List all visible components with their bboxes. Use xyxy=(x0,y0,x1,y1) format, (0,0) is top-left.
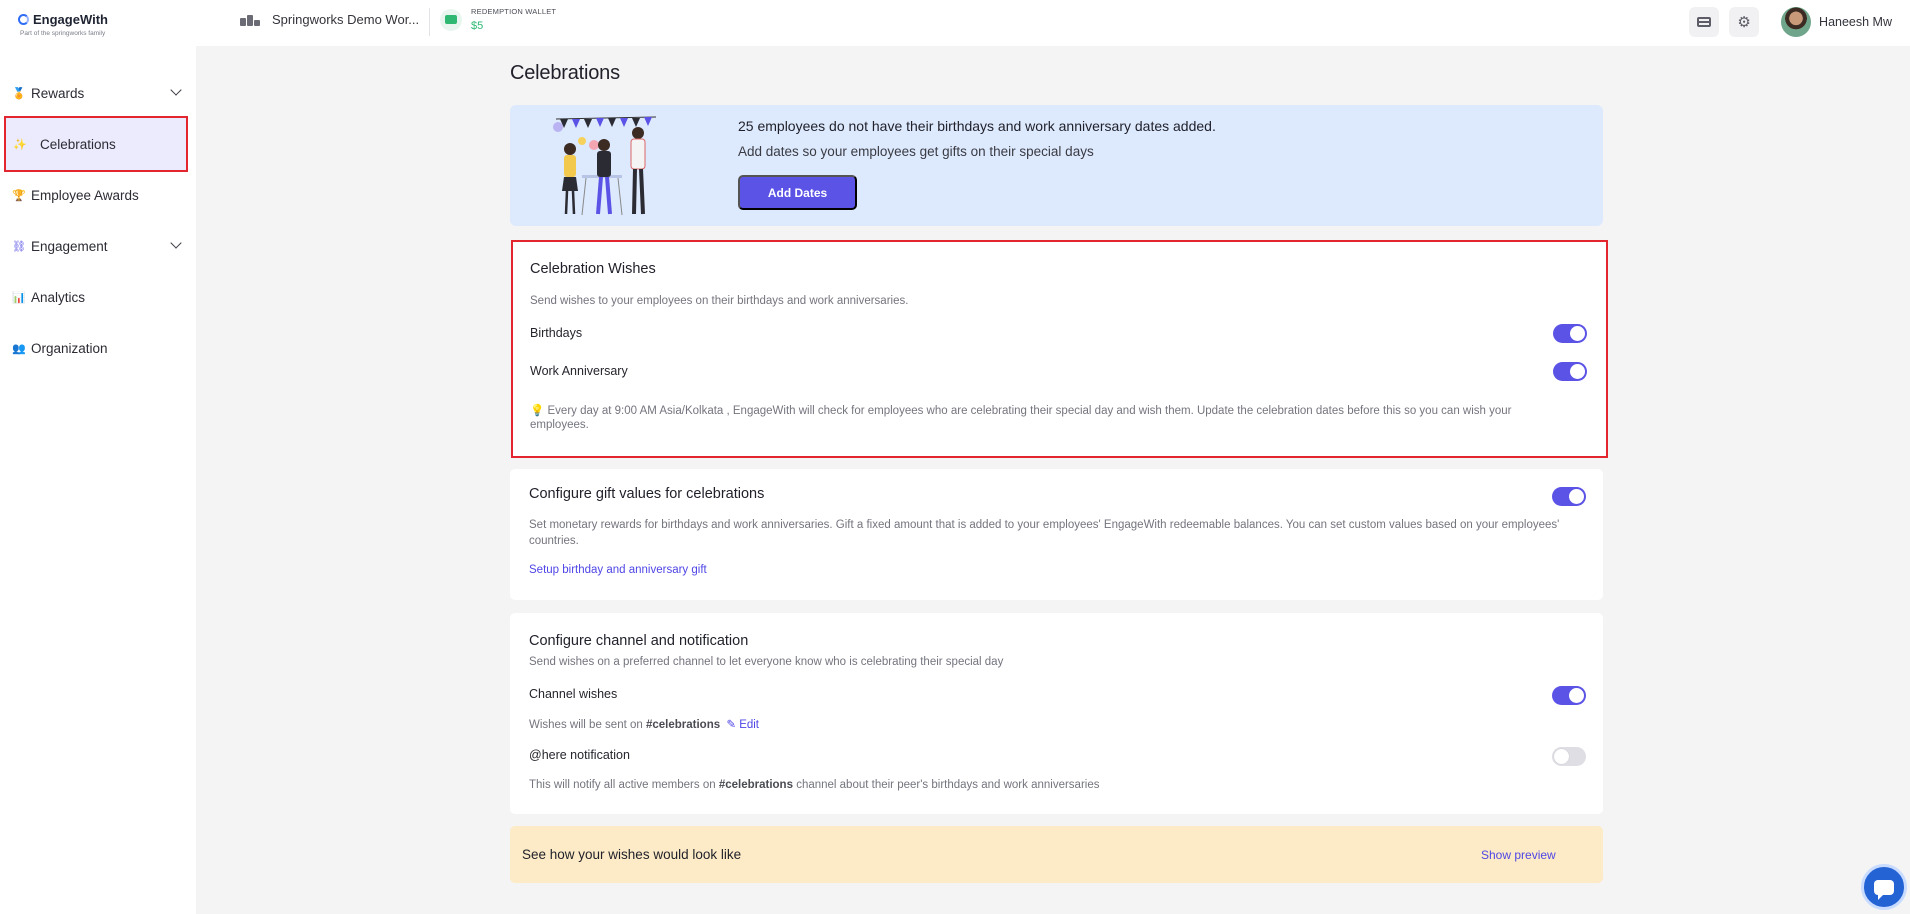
sidebar: 🏅 Rewards ✨ Celebrations 🏆 Employee Awar… xyxy=(0,46,196,914)
bar-chart-icon: 📊 xyxy=(12,291,26,304)
here-notification-description: This will notify all active members on #… xyxy=(529,779,1099,791)
celebration-illustration xyxy=(553,116,657,216)
gift-description-line1: Set monetary rewards for birthdays and w… xyxy=(529,519,1560,531)
confetti-icon: ✨ xyxy=(13,138,27,151)
channel-wishes-label: Channel wishes xyxy=(529,687,618,701)
channel-wishes-toggle[interactable] xyxy=(1552,686,1586,705)
card-title: Configure gift values for celebrations xyxy=(529,486,765,502)
sidebar-item-label: Employee Awards xyxy=(31,187,139,203)
chat-support-button[interactable] xyxy=(1861,864,1907,910)
sent-on-prefix: Wishes will be sent on xyxy=(529,719,643,731)
sidebar-item-rewards[interactable]: 🏅 Rewards xyxy=(0,71,196,115)
chevron-down-icon xyxy=(170,237,182,249)
schedule-note-line2: employees. xyxy=(530,419,589,431)
work-anniversary-toggle[interactable] xyxy=(1553,362,1587,381)
gift-description-line2: countries. xyxy=(529,535,579,547)
sidebar-item-organization[interactable]: 👥 Organization xyxy=(0,326,196,370)
edit-channel-link[interactable]: ✎ Edit xyxy=(726,719,759,731)
gift-values-toggle[interactable] xyxy=(1552,487,1586,506)
wallet-amount: $5 xyxy=(471,20,484,32)
setup-gift-link[interactable]: Setup birthday and anniversary gift xyxy=(529,564,707,576)
sidebar-item-analytics[interactable]: 📊 Analytics xyxy=(0,275,196,319)
avatar[interactable] xyxy=(1781,7,1812,37)
page-title: Celebrations xyxy=(510,62,620,84)
card-description: Send wishes on a preferred channel to le… xyxy=(529,656,1004,668)
banner-title: 25 employees do not have their birthdays… xyxy=(738,118,1216,134)
people-icon: 👥 xyxy=(12,342,26,355)
workspace-switcher[interactable]: Springworks Demo Wor... xyxy=(240,12,419,27)
header-divider xyxy=(429,8,430,36)
card-title: Celebration Wishes xyxy=(530,261,656,277)
channel-notification-card: Configure channel and notification Send … xyxy=(510,613,1603,814)
sidebar-item-label: Rewards xyxy=(31,85,85,101)
top-bar: EngageWith Part of the springworks famil… xyxy=(0,0,1910,46)
brand-tagline: Part of the springworks family xyxy=(20,30,106,37)
schedule-note-line1: 💡 Every day at 9:00 AM Asia/Kolkata , En… xyxy=(530,405,1512,417)
birthdays-label: Birthdays xyxy=(530,326,583,340)
here-desc-prefix: This will notify all active members on xyxy=(529,779,716,791)
banner-subtitle: Add dates so your employees get gifts on… xyxy=(738,144,1094,159)
brand-name: EngageWith xyxy=(33,12,108,27)
preview-text: See how your wishes would look like xyxy=(522,847,742,862)
sidebar-item-employee-awards[interactable]: 🏆 Employee Awards xyxy=(0,173,196,217)
edit-label: Edit xyxy=(739,719,760,731)
medal-icon: 🏅 xyxy=(12,87,26,100)
sidebar-item-label: Organization xyxy=(31,340,108,356)
redemption-wallet[interactable]: REDEMPTION WALLET $5 xyxy=(440,7,556,32)
settings-gear-icon[interactable]: ⚙ xyxy=(1729,7,1760,37)
sidebar-item-celebrations[interactable]: ✨ Celebrations xyxy=(4,116,188,172)
wishes-preview-bar: See how your wishes would look like Show… xyxy=(510,826,1603,883)
channel-name: #celebrations xyxy=(645,719,721,731)
add-dates-button[interactable]: Add Dates xyxy=(738,175,857,210)
wallet-icon xyxy=(440,8,462,31)
here-notification-toggle[interactable] xyxy=(1552,747,1586,766)
workspace-name: Springworks Demo Wor... xyxy=(272,12,420,27)
celebration-wishes-card: Celebration Wishes Send wishes to your e… xyxy=(511,240,1608,458)
card-description: Send wishes to your employees on their b… xyxy=(530,295,909,307)
here-desc-channel: #celebrations xyxy=(718,779,793,791)
brand-logo[interactable]: EngageWith Part of the springworks famil… xyxy=(18,12,198,37)
sidebar-item-engagement[interactable]: ⛓ Engagement xyxy=(0,224,196,268)
here-notification-label: @here notification xyxy=(529,748,630,762)
gift-values-card: Configure gift values for celebrations S… xyxy=(510,469,1603,600)
here-desc-suffix: channel about their peer's birthdays and… xyxy=(796,779,1100,791)
billing-card-icon[interactable] xyxy=(1689,7,1720,37)
workspace-icon xyxy=(240,14,262,26)
pencil-icon: ✎ xyxy=(726,719,736,731)
engagement-icon: ⛓ xyxy=(12,240,26,253)
engagewith-logo-icon xyxy=(18,14,29,25)
show-preview-link[interactable]: Show preview xyxy=(1481,848,1556,862)
birthdays-toggle[interactable] xyxy=(1553,324,1587,343)
missing-dates-banner: 25 employees do not have their birthdays… xyxy=(510,105,1603,226)
card-title: Configure channel and notification xyxy=(529,633,749,649)
chat-bubble-icon xyxy=(1874,879,1894,900)
sidebar-item-label: Engagement xyxy=(31,238,108,254)
work-anniversary-label: Work Anniversary xyxy=(530,364,628,378)
chevron-down-icon xyxy=(170,84,182,96)
user-name[interactable]: Haneesh Mw xyxy=(1819,15,1892,29)
sidebar-item-label: Celebrations xyxy=(40,136,116,152)
channel-sent-on: Wishes will be sent on #celebrations ✎ E… xyxy=(529,717,759,731)
trophy-icon: 🏆 xyxy=(12,189,26,202)
wallet-label: REDEMPTION WALLET xyxy=(471,7,557,16)
sidebar-item-label: Analytics xyxy=(31,289,86,305)
